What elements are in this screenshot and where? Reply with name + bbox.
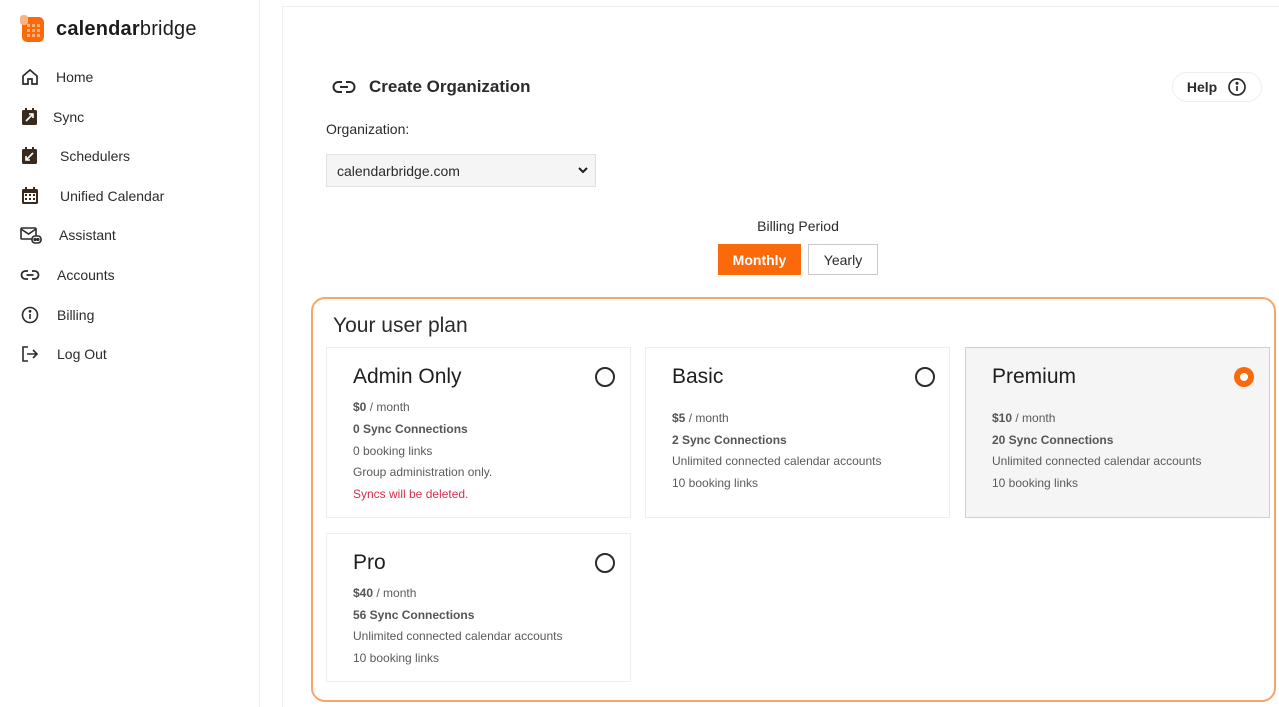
help-label: Help — [1186, 79, 1218, 95]
plan-radio[interactable] — [915, 367, 935, 387]
plan-connections: 20 Sync Connections — [992, 433, 1114, 447]
sidebar-item-label: Sync — [53, 109, 85, 125]
plan-feature: 10 booking links — [672, 476, 759, 490]
plan-card-pro[interactable]: Pro $40 / month 56 Sync Connections Unli… — [326, 533, 631, 682]
sidebar-item-label: Log Out — [57, 346, 107, 362]
home-icon — [22, 68, 38, 85]
plan-card-premium[interactable]: Premium $10 / month 20 Sync Connections … — [965, 347, 1270, 518]
plan-name: Pro — [353, 551, 386, 574]
organization-select-value: calendarbridge.com — [337, 162, 460, 179]
plan-price: $40 / month — [353, 586, 417, 600]
plan-feature: Unlimited connected calendar accounts — [672, 454, 882, 468]
sidebar-item-label: Assistant — [59, 227, 116, 243]
plan-feature: 10 booking links — [353, 651, 440, 665]
plan-feature: Group administration only. — [353, 465, 493, 479]
organization-select[interactable]: calendarbridge.com — [326, 154, 596, 187]
brand[interactable]: calendarbridge — [20, 14, 197, 44]
info-icon — [1228, 78, 1247, 96]
sidebar-item-schedulers[interactable]: Schedulers — [20, 141, 130, 171]
sidebar-item-sync[interactable]: Sync — [20, 102, 84, 132]
plan-card-admin-only[interactable]: Admin Only $0 / month 0 Sync Connections… — [326, 347, 631, 518]
billing-yearly-button[interactable]: Yearly — [808, 244, 878, 275]
plan-warning: Syncs will be deleted. — [353, 487, 469, 501]
plan-feature: 0 booking links — [353, 444, 433, 458]
sidebar-item-label: Unified Calendar — [60, 188, 165, 204]
plan-name: Premium — [992, 365, 1077, 388]
sidebar-item-accounts[interactable]: Accounts — [20, 260, 115, 290]
plan-card-basic[interactable]: Basic $5 / month 2 Sync Connections Unli… — [645, 347, 950, 518]
plan-price: $10 / month — [992, 411, 1056, 425]
logout-icon — [22, 346, 39, 362]
chevron-down-icon — [578, 167, 588, 174]
plan-connections: 0 Sync Connections — [353, 422, 468, 436]
sidebar-item-label: Schedulers — [60, 148, 131, 164]
info-icon — [21, 306, 39, 324]
plan-name: Admin Only — [353, 365, 462, 388]
sidebar-item-label: Billing — [57, 307, 95, 323]
brand-name: calendarbridge — [56, 17, 197, 40]
page-header: Create Organization — [332, 74, 531, 100]
plan-feature: Unlimited connected calendar accounts — [992, 454, 1202, 468]
plan-radio[interactable] — [595, 553, 615, 573]
link-icon — [20, 270, 40, 280]
plan-feature: 10 booking links — [992, 476, 1079, 490]
help-button[interactable]: Help — [1172, 72, 1262, 102]
sync-icon — [22, 108, 37, 125]
link-icon — [332, 81, 356, 93]
calendarbridge-logo-icon — [20, 15, 44, 42]
plan-price: $0 / month — [353, 400, 410, 414]
plan-connections: 2 Sync Connections — [672, 433, 787, 447]
sidebar-item-home[interactable]: Home — [20, 62, 93, 92]
plan-feature: Unlimited connected calendar accounts — [353, 629, 563, 643]
plan-radio[interactable] — [595, 367, 615, 387]
sidebar-item-billing[interactable]: Billing — [20, 300, 94, 330]
plan-name: Basic — [672, 365, 724, 388]
organization-label: Organization: — [326, 121, 410, 137]
sidebar: calendarbridge Home Sync Schedulers Unif… — [0, 0, 260, 707]
scheduler-icon — [22, 147, 37, 164]
plan-connections: 56 Sync Connections — [353, 608, 475, 622]
sidebar-item-logout[interactable]: Log Out — [20, 339, 107, 369]
sidebar-item-label: Accounts — [57, 267, 115, 283]
page-title: Create Organization — [369, 77, 531, 96]
plan-price: $5 / month — [672, 411, 729, 425]
plan-radio-selected[interactable] — [1234, 367, 1254, 387]
sidebar-item-label: Home — [56, 69, 94, 85]
sidebar-item-assistant[interactable]: Assistant — [20, 220, 116, 250]
assistant-mail-icon — [20, 227, 42, 244]
user-plan-heading: Your user plan — [333, 314, 468, 337]
billing-monthly-button[interactable]: Monthly — [718, 244, 801, 275]
sidebar-item-unified-calendar[interactable]: Unified Calendar — [20, 181, 164, 211]
calendar-icon — [22, 187, 38, 204]
billing-period-label: Billing Period — [757, 218, 839, 234]
